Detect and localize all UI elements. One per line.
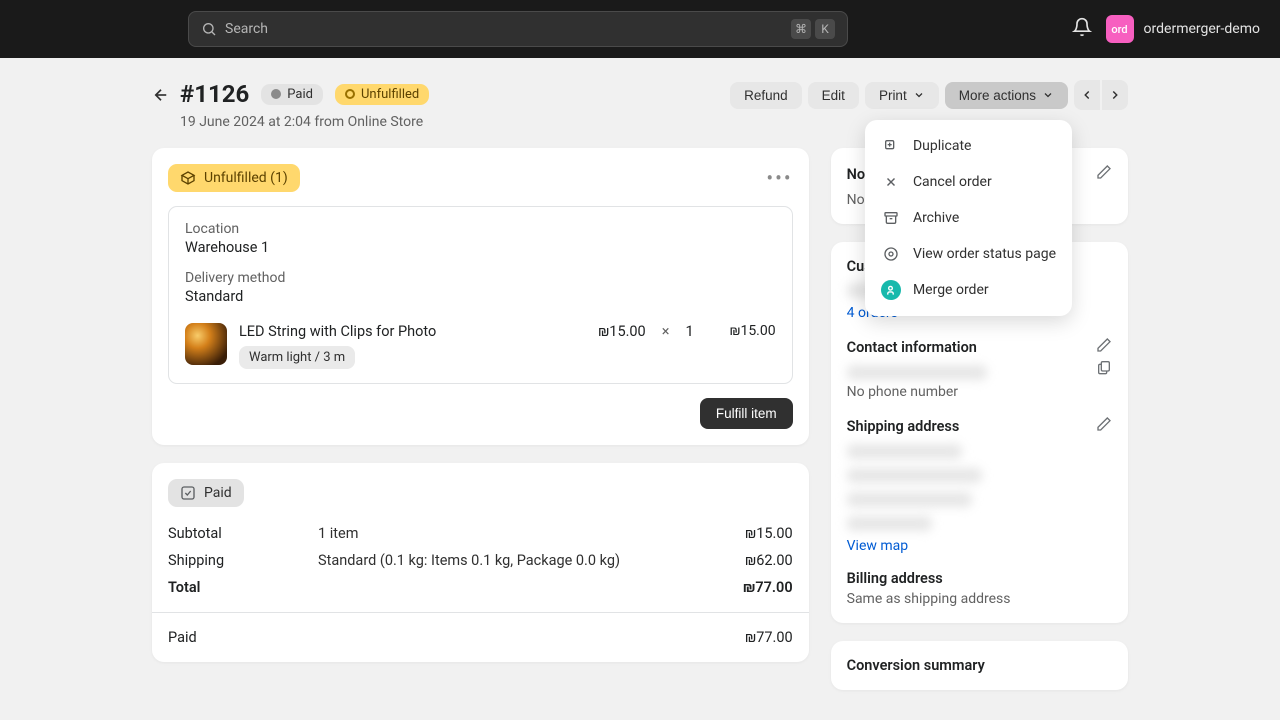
refund-button[interactable]: Refund xyxy=(730,82,802,109)
duplicate-icon xyxy=(881,136,901,156)
search-hotkeys: ⌘ K xyxy=(791,19,835,39)
menu-archive[interactable]: Archive xyxy=(865,200,1072,236)
merge-icon xyxy=(881,280,901,300)
order-subtitle: 19 June 2024 at 2:04 from Online Store xyxy=(180,114,429,130)
more-actions-dropdown: Duplicate Cancel order Archive xyxy=(865,120,1072,316)
check-square-icon xyxy=(180,485,196,501)
paid-chip: Paid xyxy=(168,479,244,507)
chevron-down-icon xyxy=(913,89,925,101)
edit-button[interactable]: Edit xyxy=(808,82,859,109)
shipping-amount: ₪62.00 xyxy=(745,552,793,569)
edit-shipping-icon[interactable] xyxy=(1096,416,1112,436)
subtotal-desc: 1 item xyxy=(318,525,745,542)
billing-value: Same as shipping address xyxy=(847,591,1112,607)
shipping-title: Shipping address xyxy=(847,418,960,435)
user-name: ordermerger-demo xyxy=(1144,21,1260,37)
dot-icon xyxy=(271,89,281,99)
search-icon xyxy=(201,21,217,37)
total-amount: ₪77.00 xyxy=(743,579,793,596)
multiply-icon: × xyxy=(662,323,670,340)
ship-line1-blurred: hidden xyxy=(847,444,962,459)
conversion-title: Conversion summary xyxy=(847,657,985,674)
search-bar[interactable]: Search ⌘ K xyxy=(188,11,848,47)
subtotal-label: Subtotal xyxy=(168,525,318,542)
contact-title: Contact information xyxy=(847,339,977,356)
product-name[interactable]: LED String with Clips for Photo xyxy=(239,323,586,340)
archive-icon xyxy=(881,208,901,228)
line-item: LED String with Clips for Photo Warm lig… xyxy=(185,323,776,369)
box-icon xyxy=(180,170,196,186)
fulfillment-card: Unfulfilled (1) ••• Location Warehouse 1… xyxy=(152,148,809,445)
quantity: 1 xyxy=(685,323,693,340)
ring-icon xyxy=(345,89,355,99)
card-more-icon[interactable]: ••• xyxy=(766,166,792,190)
paid-label: Paid xyxy=(168,629,318,646)
menu-merge-order[interactable]: Merge order xyxy=(865,272,1072,308)
notifications-icon[interactable] xyxy=(1072,17,1092,41)
ship-line2-blurred: hidden xyxy=(847,468,982,483)
cmd-key-icon: ⌘ xyxy=(791,19,811,39)
menu-view-status-page[interactable]: View order status page xyxy=(865,236,1072,272)
prev-order-button[interactable] xyxy=(1074,80,1100,110)
chevron-down-icon xyxy=(1042,89,1054,101)
billing-title: Billing address xyxy=(847,570,943,587)
menu-cancel-order[interactable]: Cancel order xyxy=(865,164,1072,200)
k-key-icon: K xyxy=(815,19,835,39)
copy-email-icon[interactable] xyxy=(1096,359,1112,379)
location-value: Warehouse 1 xyxy=(185,239,776,256)
edit-contact-icon[interactable] xyxy=(1096,337,1112,357)
subtotal-amount: ₪15.00 xyxy=(745,525,793,542)
eye-icon xyxy=(881,244,901,264)
chevron-left-icon xyxy=(1080,88,1094,102)
print-button[interactable]: Print xyxy=(865,82,939,109)
chevron-right-icon xyxy=(1108,88,1122,102)
total-label: Total xyxy=(168,579,318,596)
close-icon xyxy=(881,172,901,192)
ship-line3-blurred: hidden xyxy=(847,492,972,507)
page-title: #1126 xyxy=(180,80,249,108)
conversion-card: Conversion summary xyxy=(831,641,1128,690)
customer-email-blurred: hidden xyxy=(847,365,987,380)
search-input[interactable]: Search xyxy=(225,21,791,37)
fulfill-item-button[interactable]: Fulfill item xyxy=(700,398,793,429)
payment-card: Paid Subtotal 1 item ₪15.00 Shipping Sta… xyxy=(152,463,809,662)
location-label: Location xyxy=(185,221,776,237)
unit-price: ₪15.00 xyxy=(598,323,646,340)
delivery-label: Delivery method xyxy=(185,270,776,286)
shipping-label: Shipping xyxy=(168,552,318,569)
paid-amount: ₪77.00 xyxy=(745,629,793,646)
fulfillment-status-badge: Unfulfilled xyxy=(335,84,429,105)
variant-chip: Warm light / 3 m xyxy=(239,346,355,369)
more-actions-button[interactable]: More actions xyxy=(945,82,1068,109)
product-thumbnail xyxy=(185,323,227,365)
line-total: ₪15.00 xyxy=(706,323,776,339)
user-menu[interactable]: ord ordermerger-demo xyxy=(1106,15,1260,43)
payment-status-badge: Paid xyxy=(261,84,323,105)
menu-duplicate[interactable]: Duplicate xyxy=(865,128,1072,164)
delivery-value: Standard xyxy=(185,288,776,305)
no-phone: No phone number xyxy=(847,384,1112,400)
next-order-button[interactable] xyxy=(1102,80,1128,110)
view-map-link[interactable]: View map xyxy=(847,538,909,554)
ship-line4-blurred: hidden xyxy=(847,516,932,531)
edit-notes-icon[interactable] xyxy=(1096,164,1112,184)
shipping-desc: Standard (0.1 kg: Items 0.1 kg, Package … xyxy=(318,552,745,569)
avatar: ord xyxy=(1106,15,1134,43)
back-icon[interactable] xyxy=(152,86,170,108)
fulfillment-pill: Unfulfilled (1) xyxy=(168,164,300,192)
